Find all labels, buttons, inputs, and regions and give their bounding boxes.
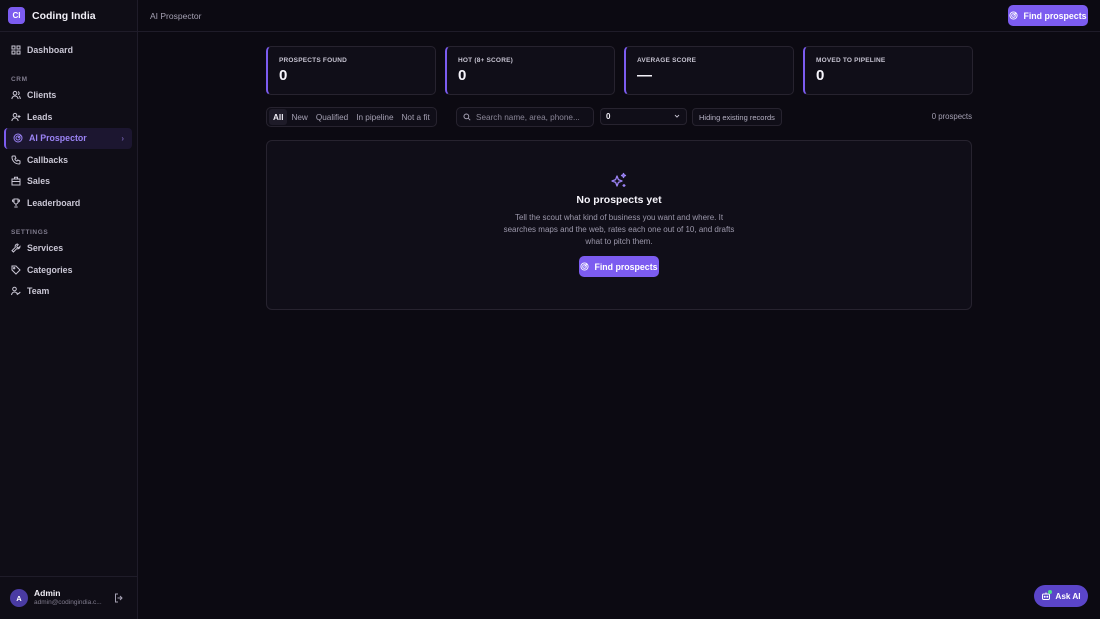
tab-all[interactable]: All — [269, 109, 288, 125]
online-dot — [1048, 590, 1053, 594]
sidebar-item-label: Clients — [27, 90, 57, 101]
top-bar: AI Prospector Find prospects — [138, 0, 1100, 32]
sidebar-item-team[interactable]: Team — [0, 281, 137, 303]
sidebar-item-sales[interactable]: Sales — [0, 171, 137, 193]
user-name: Admin — [34, 588, 61, 599]
stat-value: 0 — [816, 67, 825, 84]
logout-icon[interactable] — [114, 593, 124, 603]
bot-icon — [1041, 590, 1053, 601]
empty-state-title: No prospects yet — [576, 194, 662, 206]
user-email: admin@codingindia.c... — [34, 599, 102, 607]
sidebar-item-label: Callbacks — [27, 154, 69, 165]
sidebar-item-label: Services — [27, 243, 64, 254]
stat-label: PROSPECTS FOUND — [279, 57, 348, 64]
radar-icon — [580, 262, 590, 271]
user-plus-icon — [11, 112, 21, 122]
stat-value: — — [637, 67, 652, 84]
stat-card-average-score: AVERAGE SCORE — — [624, 46, 794, 95]
empty-find-prospects-button[interactable]: Find prospects — [579, 256, 659, 277]
sidebar-item-categories[interactable]: Categories — [0, 259, 137, 281]
user-profile[interactable]: A Admin admin@codingindia.c... — [0, 576, 137, 619]
sidebar-item-label: AI Prospector — [29, 133, 87, 144]
stat-value: 0 — [458, 67, 467, 84]
sparkles-icon — [611, 172, 627, 187]
sidebar: CI Coding India Dashboard CRM Clients Le… — [0, 0, 138, 619]
search-input[interactable] — [476, 112, 591, 122]
phone-icon — [11, 155, 21, 165]
team-icon — [11, 286, 21, 296]
tab-in-pipeline[interactable]: In pipeline — [352, 109, 397, 125]
ask-ai-button[interactable]: Ask AI — [1034, 585, 1088, 607]
tab-new[interactable]: New — [287, 109, 311, 125]
stat-label: MOVED TO PIPELINE — [816, 57, 886, 64]
user-info: Admin admin@codingindia.c... — [34, 588, 102, 607]
trophy-icon — [11, 198, 21, 208]
find-prospects-label: Find prospects — [594, 261, 658, 272]
hiding-existing-toggle[interactable]: Hiding existing records — [692, 108, 782, 126]
find-prospects-label: Find prospects — [1023, 10, 1087, 21]
sidebar-item-label: Leaderboard — [27, 197, 81, 208]
prospect-count: 0 prospects — [931, 112, 972, 121]
avatar: A — [10, 589, 28, 607]
stat-card-hot: HOT (8+ SCORE) 0 — [445, 46, 615, 95]
sidebar-item-callbacks[interactable]: Callbacks — [0, 149, 137, 171]
brand-name: Coding India — [32, 9, 96, 22]
sidebar-item-leads[interactable]: Leads — [0, 106, 137, 128]
search-icon — [463, 113, 471, 121]
empty-state-description: Tell the scout what kind of business you… — [503, 213, 735, 246]
select-value: 0 — [606, 112, 611, 121]
radar-icon — [1009, 11, 1019, 20]
sidebar-nav: Dashboard CRM Clients Leads AI Prospecto… — [0, 32, 137, 302]
wrench-icon — [11, 243, 21, 253]
sidebar-item-label: Leads — [27, 111, 53, 122]
sidebar-item-clients[interactable]: Clients — [0, 85, 137, 107]
tab-qualified[interactable]: Qualified — [312, 109, 352, 125]
stat-card-prospects-found: PROSPECTS FOUND 0 — [266, 46, 436, 95]
section-label-crm: CRM — [11, 75, 28, 83]
sidebar-item-label: Sales — [27, 176, 50, 187]
sidebar-item-leaderboard[interactable]: Leaderboard — [0, 192, 137, 214]
stat-label: HOT (8+ SCORE) — [458, 57, 513, 64]
grid-icon — [11, 45, 21, 55]
sidebar-item-label: Team — [27, 286, 50, 297]
sidebar-item-label: Dashboard — [27, 44, 73, 55]
radar-icon — [13, 133, 23, 143]
stats-row: PROSPECTS FOUND 0 HOT (8+ SCORE) 0 AVERA… — [266, 46, 973, 95]
stat-label: AVERAGE SCORE — [637, 57, 697, 64]
empty-state: No prospects yet Tell the scout what kin… — [266, 140, 972, 310]
sidebar-item-services[interactable]: Services — [0, 238, 137, 260]
chevron-down-icon — [674, 114, 680, 118]
brand[interactable]: CI Coding India — [0, 0, 137, 32]
sidebar-item-label: Categories — [27, 264, 73, 275]
section-label-settings: SETTINGS — [11, 228, 49, 236]
users-icon — [11, 90, 21, 100]
ask-ai-label: Ask AI — [1055, 591, 1081, 601]
building-icon — [11, 176, 21, 186]
sidebar-item-dashboard[interactable]: Dashboard — [0, 39, 137, 61]
status-tabs: All New Qualified In pipeline Not a fit — [266, 107, 437, 127]
filter-bar: All New Qualified In pipeline Not a fit … — [266, 107, 972, 128]
sidebar-item-ai-prospector[interactable]: AI Prospector › — [4, 127, 132, 149]
stat-card-moved-to-pipeline: MOVED TO PIPELINE 0 — [803, 46, 973, 95]
tag-icon — [11, 265, 21, 275]
tab-not-a-fit[interactable]: Not a fit — [398, 109, 434, 125]
find-prospects-button[interactable]: Find prospects — [1008, 5, 1088, 26]
search-box — [456, 107, 594, 127]
score-filter-select[interactable]: 0 — [600, 108, 687, 125]
stat-value: 0 — [279, 67, 288, 84]
brand-logo: CI — [8, 7, 25, 24]
chevron-right-icon: › — [121, 133, 124, 143]
breadcrumb: AI Prospector — [150, 10, 202, 21]
